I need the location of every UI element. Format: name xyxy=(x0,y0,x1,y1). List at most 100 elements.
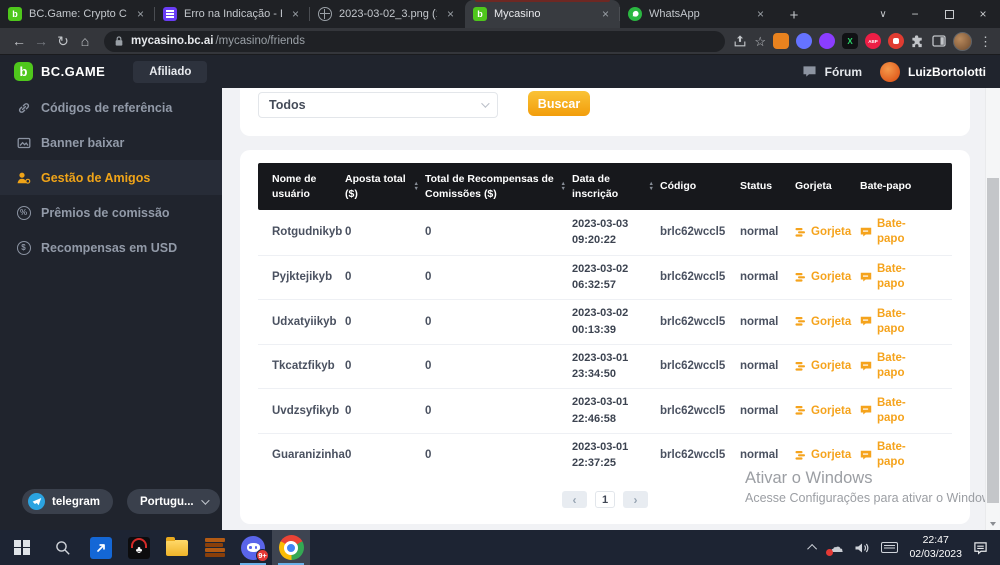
taskbar-search-button[interactable] xyxy=(44,530,82,565)
taskbar-clock[interactable]: 22:47 02/03/2023 xyxy=(909,534,962,560)
telegram-button[interactable]: telegram xyxy=(22,489,113,514)
prev-page-button[interactable]: ‹ xyxy=(562,491,587,508)
tab-bcgame-casino[interactable]: b BC.Game: Crypto Casino Gan × xyxy=(0,0,155,28)
chevron-down-icon xyxy=(481,99,489,107)
sidebar-item-commission-rewards[interactable]: % Prêmios de comissão xyxy=(0,195,222,230)
side-panel-icon[interactable] xyxy=(932,35,946,47)
purple-extension-icon[interactable] xyxy=(819,33,835,49)
browser-menu-icon[interactable]: ⋮ xyxy=(979,35,992,48)
sort-icon[interactable]: ▲▼ xyxy=(561,182,566,192)
tab-close-icon[interactable]: × xyxy=(754,7,767,21)
tip-button[interactable]: Gorjeta xyxy=(795,405,860,417)
search-button[interactable]: Buscar xyxy=(528,91,590,116)
cell-username: Uvdzsyfikyb xyxy=(258,405,345,417)
extensions-puzzle-icon[interactable] xyxy=(911,34,925,48)
tab-mycasino-active[interactable]: b Mycasino × xyxy=(465,0,620,28)
coin-icon xyxy=(795,316,806,327)
sidebar-item-referral-codes[interactable]: Códigos de referência xyxy=(0,90,222,125)
bookmark-star-icon[interactable]: ☆ xyxy=(754,35,766,48)
tip-button[interactable]: Gorjeta xyxy=(795,449,860,461)
taskbar-discord[interactable]: 9+ xyxy=(234,530,272,565)
back-button[interactable]: ← xyxy=(8,34,30,48)
sidebar-item-friends-management[interactable]: Gestão de Amigos xyxy=(0,160,222,195)
cell-commission-rewards: 0 xyxy=(425,271,572,283)
filter-select[interactable]: Todos xyxy=(258,92,498,118)
chat-button[interactable]: Bate-papo xyxy=(860,217,952,247)
tab-close-icon[interactable]: × xyxy=(289,7,302,21)
bcgame-logo[interactable]: b xyxy=(14,62,33,81)
next-page-button[interactable]: › xyxy=(623,491,648,508)
dollar-icon: $ xyxy=(16,240,31,255)
minimize-button[interactable]: − xyxy=(898,0,932,28)
share-icon[interactable] xyxy=(733,34,747,48)
blue-extension-icon[interactable] xyxy=(796,33,812,49)
tip-label: Gorjeta xyxy=(811,405,851,417)
metamask-extension-icon[interactable] xyxy=(773,33,789,49)
tab-close-icon[interactable]: × xyxy=(134,7,147,21)
taskbar-chrome[interactable] xyxy=(272,530,310,565)
cell-bet-total: 0 xyxy=(345,360,425,372)
start-button[interactable] xyxy=(0,530,44,565)
tip-button[interactable]: Gorjeta xyxy=(795,226,860,238)
tray-expand-icon[interactable] xyxy=(808,544,818,554)
tab-close-icon[interactable]: × xyxy=(599,7,612,21)
tip-button[interactable]: Gorjeta xyxy=(795,271,860,283)
chat-button[interactable]: Bate-papo xyxy=(860,307,952,337)
signup-date: 2023-03-02 xyxy=(572,261,654,278)
tip-button[interactable]: Gorjeta xyxy=(795,316,860,328)
sidebar-item-usd-rewards[interactable]: $ Recompensas em USD xyxy=(0,230,222,265)
tip-button[interactable]: Gorjeta xyxy=(795,360,860,372)
coin-icon xyxy=(795,450,806,461)
forward-button[interactable]: → xyxy=(30,34,52,48)
taskbar-file-explorer[interactable] xyxy=(158,530,196,565)
red-extension-icon[interactable] xyxy=(888,33,904,49)
chat-button[interactable]: Bate-papo xyxy=(860,396,952,426)
touch-keyboard-icon[interactable] xyxy=(881,542,898,553)
tab-search-chevron-icon[interactable]: ∨ xyxy=(868,0,898,28)
current-page[interactable]: 1 xyxy=(595,491,615,508)
language-selector[interactable]: Portugu... xyxy=(127,489,220,514)
forum-link[interactable]: Fórum xyxy=(825,65,862,79)
scrollbar-thumb[interactable] xyxy=(987,178,999,503)
home-button[interactable]: ⌂ xyxy=(74,34,96,48)
browser-profile-avatar[interactable] xyxy=(953,32,972,51)
sort-icon[interactable]: ▲▼ xyxy=(649,182,654,192)
scrollbar-down-arrow[interactable] xyxy=(990,522,996,526)
new-tab-button[interactable]: + xyxy=(781,2,807,28)
affiliate-badge[interactable]: Afiliado xyxy=(133,61,207,83)
taskbar-remote-app[interactable] xyxy=(82,530,120,565)
reload-button[interactable]: ↻ xyxy=(52,34,74,48)
tab-label: Erro na Indicação - BC.Game xyxy=(184,8,282,20)
action-center-icon[interactable] xyxy=(973,541,988,555)
chat-button[interactable]: Bate-papo xyxy=(860,351,952,381)
forum-chat-icon[interactable] xyxy=(802,65,817,78)
tab-close-icon[interactable]: × xyxy=(444,7,457,21)
url-host: mycasino.bc.ai xyxy=(131,35,213,47)
table-row: Pyjktejikyb 0 0 2023-03-02 06:32:57 brlc… xyxy=(258,255,952,300)
close-window-button[interactable]: × xyxy=(966,0,1000,28)
adblock-plus-extension-icon[interactable]: ABP xyxy=(865,33,881,49)
maximize-icon xyxy=(945,10,954,19)
taskbar-stack-app[interactable] xyxy=(196,530,234,565)
username-label[interactable]: LuizBortolotti xyxy=(908,65,986,79)
page-scrollbar[interactable] xyxy=(985,88,1000,530)
tab-forum-erro[interactable]: Erro na Indicação - BC.Game × xyxy=(155,0,310,28)
taskbar-poker-app[interactable]: ♣ xyxy=(120,530,158,565)
signup-date: 2023-03-01 xyxy=(572,394,654,411)
speaker-icon[interactable] xyxy=(854,541,870,555)
cloud-sync-icon[interactable]: ☁ xyxy=(828,540,843,555)
sort-icon[interactable]: ▲▼ xyxy=(414,182,419,192)
chat-button[interactable]: Bate-papo xyxy=(860,262,952,292)
user-avatar[interactable] xyxy=(880,62,900,82)
address-bar[interactable]: mycasino.bc.ai /mycasino/friends xyxy=(104,31,725,52)
brand-name[interactable]: BC.GAME xyxy=(41,64,105,79)
cell-signup-date: 2023-03-01 23:34:50 xyxy=(572,350,660,383)
chat-button[interactable]: Bate-papo xyxy=(860,440,952,470)
x-extension-icon[interactable]: X xyxy=(842,33,858,49)
sidebar-item-label: Recompensas em USD xyxy=(41,241,177,255)
maximize-button[interactable] xyxy=(932,0,966,28)
tab-whatsapp[interactable]: WhatsApp × xyxy=(620,0,775,28)
tab-image-png[interactable]: 2023-03-02_3.png (1024×76 × xyxy=(310,0,465,28)
sidebar-item-banner-download[interactable]: Banner baixar xyxy=(0,125,222,160)
sidebar-item-label: Códigos de referência xyxy=(41,101,172,115)
